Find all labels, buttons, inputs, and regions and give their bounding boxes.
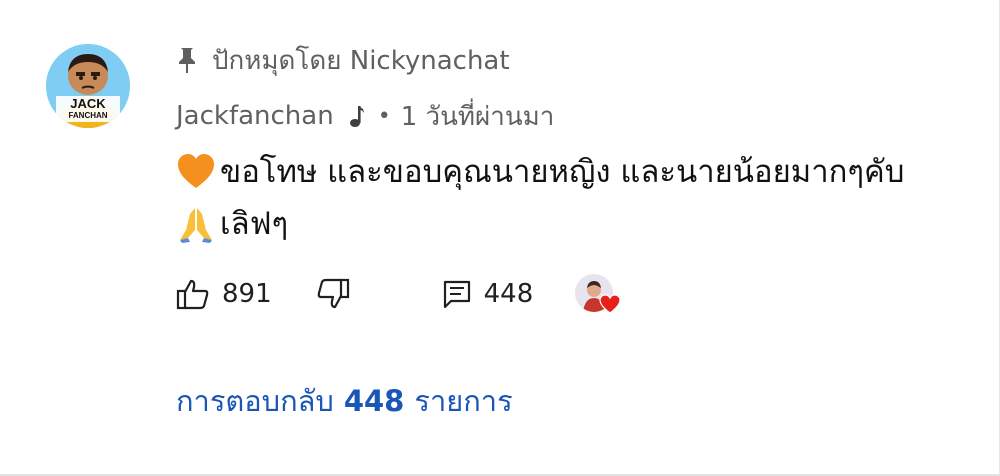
comment-line-2-text: เลิฟๆ — [220, 206, 289, 242]
author-name[interactable]: Jackfanchan — [176, 101, 334, 131]
comment-line-1: ขอโทษ และขอบคุณนายหญิง และนายน้อยมากๆคับ — [176, 146, 966, 198]
avatar-label-bottom: FANCHAN — [68, 111, 107, 120]
music-note-icon — [348, 103, 366, 129]
replies-prefix: การตอบกลับ — [176, 384, 334, 418]
pinned-indicator: ปักหมุดโดย Nickynachat — [176, 40, 510, 80]
creator-heart-icon — [575, 274, 621, 314]
avatar[interactable]: JACK FANCHAN — [46, 44, 130, 128]
reply-count: 448 — [483, 279, 534, 309]
folded-hands-emoji — [176, 204, 216, 244]
replies-suffix: รายการ — [414, 384, 513, 418]
comment-meta: Jackfanchan • 1 วันที่ผ่านมา — [176, 96, 554, 136]
comment-text: ขอโทษ และขอบคุณนายหญิง และนายน้อยมากๆคับ… — [176, 146, 966, 250]
reply-button[interactable]: 448 — [442, 279, 534, 309]
comment-time[interactable]: 1 วันที่ผ่านมา — [401, 96, 555, 137]
pin-icon — [176, 46, 198, 74]
separator-dot: • — [377, 103, 391, 129]
thumb-up-icon[interactable] — [176, 277, 210, 311]
avatar-label-top: JACK — [70, 96, 106, 111]
comment-icon — [442, 279, 472, 309]
replies-count: 448 — [343, 384, 405, 418]
thumb-down-icon[interactable] — [316, 277, 350, 311]
pinned-text: ปักหมุดโดย Nickynachat — [212, 45, 510, 76]
comment-card: JACK FANCHAN ปักหมุดโดย Nickynachat Jack… — [0, 0, 1000, 476]
heart-icon — [599, 294, 621, 318]
comment-line-1-text: ขอโทษ และขอบคุณนายหญิง และนายน้อยมากๆคับ — [220, 154, 905, 190]
like-count: 891 — [222, 279, 272, 309]
orange-heart-emoji — [176, 152, 216, 192]
view-replies-link[interactable]: การตอบกลับ 448 รายการ — [176, 376, 513, 426]
comment-actions: 891 448 — [176, 268, 621, 320]
comment-line-2: เลิฟๆ — [176, 198, 966, 250]
